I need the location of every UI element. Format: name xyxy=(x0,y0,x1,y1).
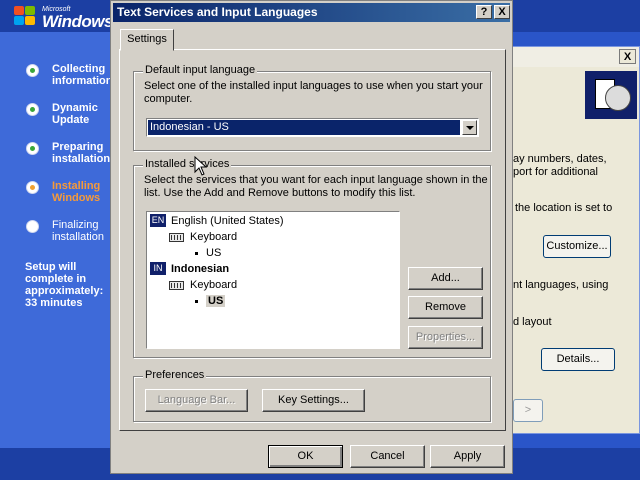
tree-category-label: Keyboard xyxy=(190,231,238,243)
tree-language-en[interactable]: EN English (United States) xyxy=(150,214,284,228)
default-language-value: Indonesian - US xyxy=(148,120,460,135)
logo-windows-text: Windows xyxy=(42,12,113,31)
preferences-legend: Preferences xyxy=(143,369,207,381)
step-done-icon xyxy=(26,103,39,116)
properties-button[interactable]: Properties... xyxy=(408,326,483,349)
tree-layout-item[interactable]: US xyxy=(195,246,221,260)
windows-logo: Microsoft Windows xyxy=(12,4,113,31)
step-pending-icon xyxy=(26,220,39,233)
cancel-button[interactable]: Cancel xyxy=(350,445,425,468)
bullet-icon xyxy=(195,251,198,255)
next-button[interactable]: > xyxy=(513,399,543,422)
close-icon[interactable]: X xyxy=(494,5,510,19)
tree-layout-item-selected[interactable]: US xyxy=(195,294,226,308)
details-button[interactable]: Details... xyxy=(541,348,615,371)
mouse-cursor-icon xyxy=(194,156,208,176)
installed-services-description: Select the services that you want for ea… xyxy=(144,174,488,199)
step-done-icon xyxy=(26,64,39,77)
tree-language-in[interactable]: IN Indonesian xyxy=(150,262,229,276)
bullet-icon xyxy=(195,299,198,303)
step-done-icon xyxy=(26,142,39,155)
dialog-titlebar[interactable]: Text Services and Input Languages ? X xyxy=(113,3,510,22)
bg-dialog-text: the location is set to xyxy=(515,202,613,214)
add-button[interactable]: Add... xyxy=(408,267,483,290)
keyboard-icon xyxy=(169,232,184,242)
step-active-icon xyxy=(26,181,39,194)
language-bar-button[interactable]: Language Bar... xyxy=(145,389,248,412)
regional-options-dialog: X ay numbers, dates, port for additional… xyxy=(510,46,640,434)
ok-button[interactable]: OK xyxy=(268,445,343,468)
bg-dialog-text: ay numbers, dates, port for additional xyxy=(513,153,607,178)
remove-button[interactable]: Remove xyxy=(408,296,483,319)
installed-services-legend: Installed services xyxy=(143,158,232,170)
tab-settings[interactable]: Settings xyxy=(120,29,174,51)
apply-button[interactable]: Apply xyxy=(430,445,505,468)
default-input-description: Select one of the installed input langua… xyxy=(144,80,483,105)
tree-language-label: English (United States) xyxy=(171,215,284,227)
help-icon[interactable]: ? xyxy=(476,5,492,19)
key-settings-button[interactable]: Key Settings... xyxy=(262,389,365,412)
bg-dialog-text: d layout xyxy=(513,316,552,328)
dialog-title: Text Services and Input Languages xyxy=(117,5,318,19)
installed-services-tree[interactable]: EN English (United States) Keyboard US IN… xyxy=(146,211,400,349)
customize-button[interactable]: Customize... xyxy=(543,235,611,258)
tree-category-keyboard[interactable]: Keyboard xyxy=(169,278,237,292)
tree-language-label: Indonesian xyxy=(171,263,230,275)
tree-layout-label: US xyxy=(206,247,222,259)
bg-dialog-text: nt languages, using xyxy=(513,279,609,291)
tree-category-label: Keyboard xyxy=(190,279,238,291)
windows-flag-icon xyxy=(14,6,36,26)
default-language-select[interactable]: Indonesian - US xyxy=(146,118,479,137)
setup-time-remaining: Setup will complete in approximately: 33… xyxy=(25,261,104,309)
regional-settings-icon xyxy=(585,71,637,119)
tree-layout-label: US xyxy=(206,295,226,307)
default-input-legend: Default input language xyxy=(143,64,258,76)
language-code-icon: IN xyxy=(150,262,166,275)
text-services-dialog: Text Services and Input Languages ? X Se… xyxy=(110,0,513,474)
close-icon[interactable]: X xyxy=(619,49,636,64)
tree-category-keyboard[interactable]: Keyboard xyxy=(169,230,237,244)
keyboard-icon xyxy=(169,280,184,290)
chevron-down-icon[interactable] xyxy=(462,120,477,135)
setup-steps-panel xyxy=(0,32,112,480)
language-code-icon: EN xyxy=(150,214,166,227)
